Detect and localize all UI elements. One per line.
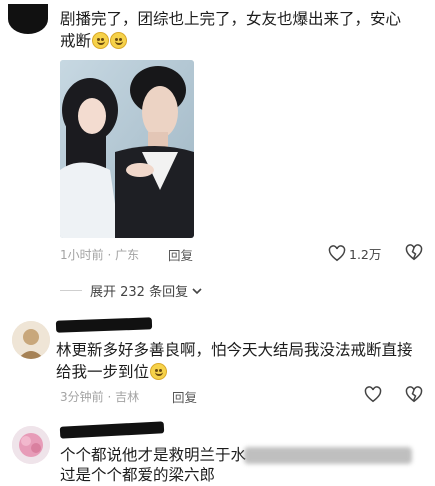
comment-text: 林更新多好多善良啊，怕今天大结局我没法戒断直接给我一步到位 (56, 341, 413, 381)
crying-emoji-icon (110, 32, 128, 49)
dislike-button[interactable] (405, 244, 423, 261)
avatar[interactable] (12, 321, 50, 359)
avatar[interactable] (8, 4, 48, 34)
comment-meta: 3分钟前 · 吉林 (60, 390, 140, 404)
like-count: 1.2万 (349, 247, 382, 262)
heart-outline-icon (328, 245, 346, 262)
broken-heart-icon (405, 244, 423, 261)
comment-2: 林更新多好多善良啊，怕今天大结局我没法戒断直接给我一步到位 3分钟前 · 吉林 … (0, 315, 435, 410)
comment-1: 剧播完了，团综也上完了，女友也爆出来了，安心戒断 1小时前 · 广东 回复 1.… (0, 0, 435, 270)
comment-meta: 1小时前 · 广东 (60, 248, 140, 262)
divider (60, 290, 82, 291)
comment-text-line-2: 过是个个都爱的梁六郎 (60, 466, 216, 484)
reply-button[interactable]: 回复 (168, 245, 193, 264)
comment-3: 个个都说他才是救明兰于水 过是个个都爱的梁六郎 (0, 420, 435, 486)
comment-photo[interactable] (60, 60, 194, 238)
comment-text: 剧播完了，团综也上完了，女友也爆出来了，安心戒断 (60, 10, 402, 50)
like-button[interactable]: 1.2万 (328, 244, 381, 263)
dislike-button[interactable] (405, 386, 423, 403)
blurred-text (244, 447, 412, 464)
like-button[interactable] (364, 386, 382, 403)
heart-outline-icon (364, 386, 382, 403)
redacted-username (59, 421, 165, 439)
crying-emoji-icon (92, 32, 110, 49)
broken-heart-icon (405, 386, 423, 403)
flower-avatar-image (12, 426, 50, 464)
couple-photo-image (60, 60, 194, 238)
expand-replies-button[interactable]: 展开 232 条回复 (90, 281, 202, 300)
smile-emoji-icon (150, 363, 168, 380)
avatar-image (12, 321, 50, 359)
chevron-down-icon (192, 288, 202, 295)
redacted-username (55, 317, 153, 333)
avatar[interactable] (12, 426, 50, 464)
comment-text-line-1: 个个都说他才是救明兰于水 (60, 446, 247, 464)
reply-button[interactable]: 回复 (172, 387, 197, 406)
